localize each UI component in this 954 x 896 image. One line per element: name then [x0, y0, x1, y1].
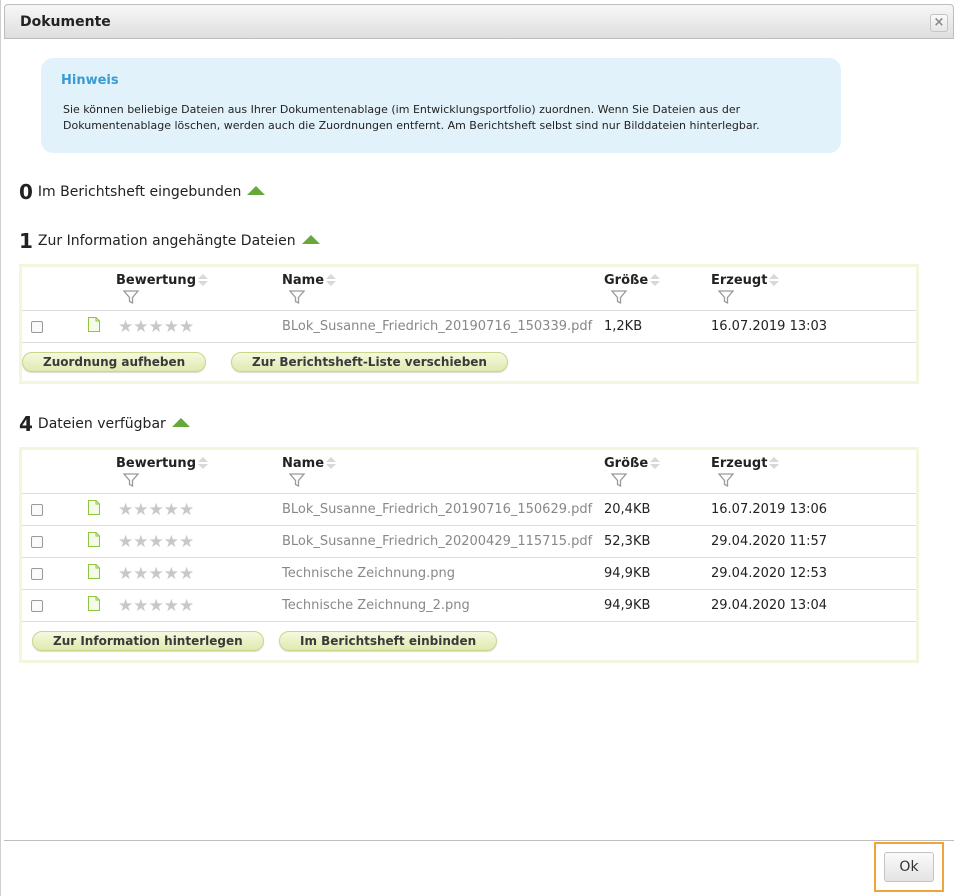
section-info-count: 1: [19, 229, 33, 253]
hint-title: Hinweis: [61, 73, 119, 88]
section-embedded-label: Im Berichtsheft eingebunden: [37, 184, 242, 200]
available-files-panel: Bewertung Name Größe Erzeugt ★★★★★ BLok_…: [19, 447, 919, 663]
info-actions: Zuordnung aufheben Zur Berichtsheft-List…: [22, 343, 916, 381]
column-created[interactable]: Erzeugt: [711, 456, 780, 471]
file-size: 1,2KB: [604, 319, 643, 334]
file-size: 94,9KB: [604, 598, 651, 613]
column-rating[interactable]: Bewertung: [116, 273, 208, 288]
section-info-label: Zur Information angehängte Dateien: [37, 233, 296, 249]
file-name[interactable]: BLok_Susanne_Friedrich_20200429_115715.p…: [282, 534, 592, 549]
table-row: ★★★★★ BLok_Susanne_Friedrich_20200429_11…: [22, 526, 916, 558]
file-created: 29.04.2020 12:53: [711, 566, 828, 581]
file-created: 16.07.2019 13:06: [711, 502, 828, 517]
row-checkbox[interactable]: [31, 504, 43, 516]
row-checkbox[interactable]: [31, 536, 43, 548]
section-embedded-count: 0: [19, 180, 33, 204]
section-info-header: 1 Zur Information angehängte Dateien: [19, 229, 320, 253]
row-checkbox[interactable]: [31, 321, 43, 333]
sort-icon[interactable]: [650, 273, 661, 288]
table-header: Bewertung Name Größe Erzeugt: [22, 450, 916, 494]
rating-stars[interactable]: ★★★★★: [118, 532, 194, 552]
filter-icon[interactable]: [611, 472, 627, 488]
sort-icon[interactable]: [198, 456, 208, 471]
available-actions: Zur Information hinterlegen Im Berichtsh…: [22, 622, 916, 660]
filter-icon[interactable]: [718, 472, 734, 488]
row-checkbox[interactable]: [31, 568, 43, 580]
file-size: 20,4KB: [604, 502, 651, 517]
table-row: ★★★★★ BLok_Susanne_Friedrich_20190716_15…: [22, 494, 916, 526]
embed-in-report-button[interactable]: Im Berichtsheft einbinden: [279, 631, 498, 651]
table-header: Bewertung Name Größe Erzeugt: [22, 267, 916, 311]
column-name[interactable]: Name: [282, 273, 337, 288]
file-name[interactable]: BLok_Susanne_Friedrich_20190716_150629.p…: [282, 502, 592, 517]
sort-icon[interactable]: [326, 273, 337, 288]
column-rating[interactable]: Bewertung: [116, 456, 208, 471]
file-icon: [88, 317, 100, 332]
unassign-button[interactable]: Zuordnung aufheben: [22, 352, 207, 372]
file-size: 94,9KB: [604, 566, 651, 581]
filter-icon[interactable]: [123, 472, 139, 488]
file-created: 29.04.2020 13:04: [711, 598, 828, 613]
column-created[interactable]: Erzeugt: [711, 273, 780, 288]
row-checkbox[interactable]: [31, 600, 43, 612]
rating-stars[interactable]: ★★★★★: [118, 317, 194, 337]
rating-stars[interactable]: ★★★★★: [118, 564, 194, 584]
info-files-panel: Bewertung Name Größe Erzeugt ★★★★★ BLok_…: [19, 264, 919, 384]
file-created: 29.04.2020 11:57: [711, 534, 828, 549]
rating-stars[interactable]: ★★★★★: [118, 596, 194, 616]
move-to-report-list-button[interactable]: Zur Berichtsheft-Liste verschieben: [231, 352, 508, 372]
table-row: ★★★★★ Technische Zeichnung_2.png 94,9KB …: [22, 590, 916, 622]
hint-text: Sie können beliebige Dateien aus Ihrer D…: [63, 103, 760, 132]
file-icon: [88, 500, 100, 515]
file-size: 52,3KB: [604, 534, 651, 549]
file-icon: [88, 564, 100, 579]
dialog-titlebar: Dokumente ×: [4, 4, 954, 39]
hint-box: Hinweis Sie können beliebige Dateien aus…: [41, 58, 841, 153]
file-icon: [88, 596, 100, 611]
sort-icon[interactable]: [769, 456, 780, 471]
file-created: 16.07.2019 13:03: [711, 319, 828, 334]
sort-icon[interactable]: [198, 273, 208, 288]
file-name[interactable]: Technische Zeichnung_2.png: [282, 598, 470, 613]
filter-icon[interactable]: [718, 289, 734, 305]
dialog-title: Dokumente: [20, 14, 111, 30]
collapse-arrow-icon[interactable]: [301, 234, 320, 244]
filter-icon[interactable]: [123, 289, 139, 305]
collapse-arrow-icon[interactable]: [171, 417, 190, 427]
column-name[interactable]: Name: [282, 456, 337, 471]
sort-icon[interactable]: [326, 456, 337, 471]
rating-stars[interactable]: ★★★★★: [118, 500, 194, 520]
close-button[interactable]: ×: [930, 14, 948, 32]
table-row: ★★★★★ Technische Zeichnung.png 94,9KB 29…: [22, 558, 916, 590]
section-available-header: 4 Dateien verfügbar: [19, 412, 190, 436]
column-size[interactable]: Größe: [604, 456, 661, 471]
filter-icon[interactable]: [611, 289, 627, 305]
section-embedded-header: 0 Im Berichtsheft eingebunden: [19, 180, 266, 204]
table-row: ★★★★★ BLok_Susanne_Friedrich_20190716_15…: [22, 311, 916, 343]
section-available-label: Dateien verfügbar: [37, 416, 166, 432]
file-name[interactable]: Technische Zeichnung.png: [282, 566, 455, 581]
attach-as-info-button[interactable]: Zur Information hinterlegen: [32, 631, 264, 651]
filter-icon[interactable]: [289, 472, 305, 488]
ok-button[interactable]: Ok: [884, 852, 934, 882]
documents-dialog: Dokumente × Hinweis Sie können beliebige…: [0, 0, 954, 896]
collapse-arrow-icon[interactable]: [247, 185, 266, 195]
column-size[interactable]: Größe: [604, 273, 661, 288]
section-available-count: 4: [19, 412, 33, 436]
file-name[interactable]: BLok_Susanne_Friedrich_20190716_150339.p…: [282, 319, 592, 334]
sort-icon[interactable]: [769, 273, 780, 288]
sort-icon[interactable]: [650, 456, 661, 471]
footer-divider: [4, 840, 954, 841]
file-icon: [88, 532, 100, 547]
filter-icon[interactable]: [289, 289, 305, 305]
